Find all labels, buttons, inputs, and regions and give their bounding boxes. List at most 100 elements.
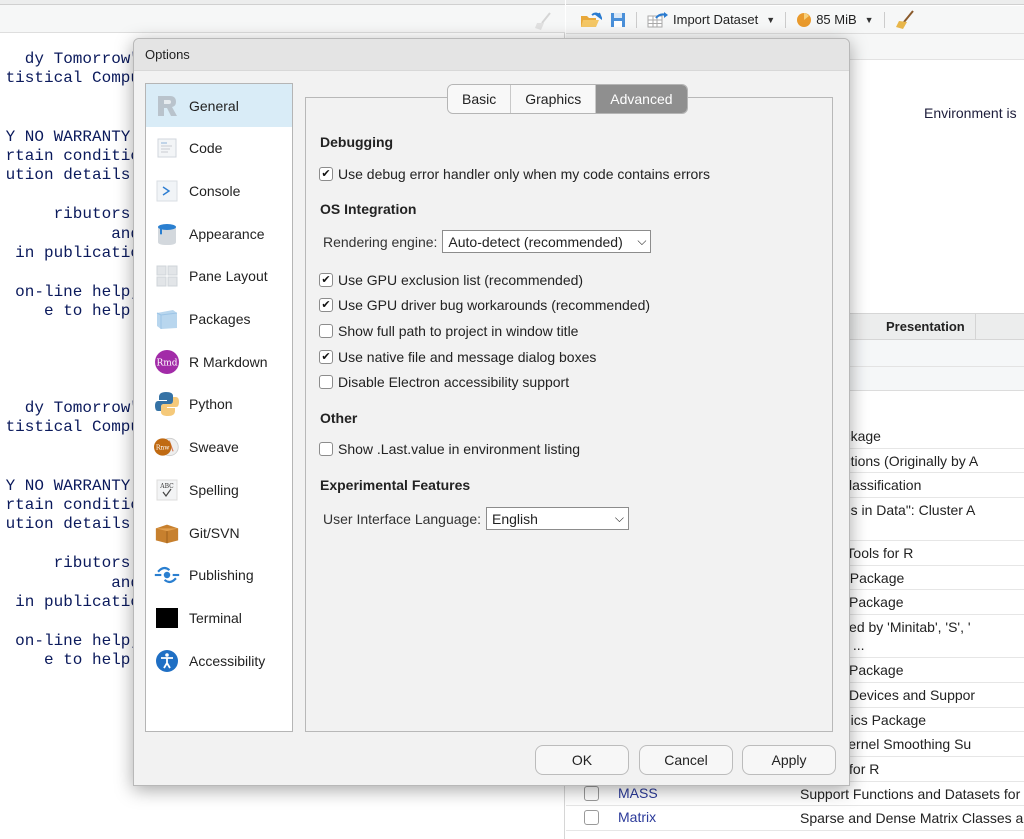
nav-item-pane-layout[interactable]: Pane Layout [146, 255, 292, 298]
console-line-text: ution details. [5, 166, 140, 185]
nav-item-label: Appearance [189, 225, 265, 242]
nav-item-general[interactable]: General [146, 84, 292, 127]
nav-item-label: Publishing [189, 567, 254, 584]
console-line: and [0, 574, 140, 593]
checkbox[interactable] [319, 442, 333, 456]
package-load-checkbox[interactable] [584, 810, 599, 826]
package-description-line: Sparse and Dense Matrix Classes ar [800, 810, 1024, 827]
toolbar-separator [636, 11, 637, 28]
nav-item-r-markdown[interactable]: Rmd R Markdown [146, 340, 292, 383]
console-line-text: in publicatio [5, 243, 140, 262]
nav-item-python[interactable]: Python [146, 383, 292, 426]
console-line-text: dy Tomorrow" [24, 50, 140, 68]
accessibility-icon [154, 648, 180, 674]
ui-language-value: English [492, 510, 538, 527]
nav-item-label: Console [189, 182, 241, 199]
console-icon [154, 178, 180, 204]
console-line: rtain conditio [0, 496, 140, 515]
environment-tab-bar [566, 0, 1024, 5]
console-line-text: on-line help, [15, 631, 140, 650]
ok-button[interactable]: OK [535, 745, 629, 775]
save-icon [611, 12, 625, 27]
checkbox[interactable] [319, 375, 333, 389]
svg-text:Rnw: Rnw [156, 445, 170, 452]
package-load-checkbox[interactable] [584, 785, 599, 801]
rendering-engine-value: Auto-detect (recommended) [448, 233, 623, 250]
section-debugging-title: Debugging [320, 134, 394, 150]
section-os-integration-title: OS Integration [320, 201, 417, 217]
console-line: ution details. [0, 515, 140, 534]
checkbox[interactable]: ✔ [319, 298, 333, 312]
package-name-link[interactable]: Matrix [618, 809, 656, 825]
show-last-value-option[interactable]: Show .Last.value in environment listing [319, 441, 580, 457]
nav-item-git-svn[interactable]: Git/SVN [146, 511, 292, 554]
checkbox[interactable]: ✔ [319, 167, 333, 181]
disable-electron-accessibility-option[interactable]: Disable Electron accessibility support [319, 374, 569, 390]
gpu-driver-workarounds-option[interactable]: ✔ Use GPU driver bug workarounds (recomm… [319, 297, 650, 313]
terminal-icon [154, 605, 180, 631]
chevron-down-icon: ▼ [864, 14, 874, 25]
nav-item-packages[interactable]: Packages [146, 298, 292, 341]
nav-item-terminal[interactable]: Terminal [146, 596, 292, 639]
dialog-titlebar[interactable]: Options [134, 39, 849, 71]
option-label: Use GPU exclusion list (recommended) [338, 272, 584, 288]
console-line: e to help. [0, 302, 140, 321]
tab-advanced[interactable]: Advanced [596, 85, 687, 113]
svg-text:Rmd: Rmd [156, 358, 177, 368]
nav-item-spelling[interactable]: ABC Spelling [146, 468, 292, 511]
clear-console-icon[interactable] [533, 11, 553, 31]
broom-icon [895, 9, 914, 29]
console-line: rtain conditio [0, 147, 140, 166]
full-path-title-option[interactable]: Show full path to project in window titl… [319, 323, 578, 339]
nav-item-label: Spelling [189, 481, 239, 498]
environment-empty-message: Environment is [924, 105, 1017, 121]
nav-item-appearance[interactable]: Appearance [146, 212, 292, 255]
chevron-down-icon: ⌵ [614, 511, 624, 525]
dialog-title: Options [145, 47, 190, 62]
console-line-text: Y NO WARRANTY. [5, 127, 140, 146]
import-dataset-button[interactable]: Import Dataset ▼ [647, 11, 776, 28]
tab-presentation[interactable]: Presentation [876, 314, 976, 340]
nav-item-accessibility[interactable]: Accessibility [146, 639, 292, 682]
apply-button[interactable]: Apply [742, 745, 836, 775]
nav-item-label: Accessibility [189, 652, 266, 669]
checkbox[interactable] [319, 324, 333, 338]
package-name-link[interactable]: MASS [618, 785, 658, 801]
load-workspace-button[interactable] [580, 12, 602, 28]
chevron-down-icon: ▼ [766, 14, 776, 25]
console-line-text: tistical Compu [5, 69, 140, 88]
open-folder-icon [581, 12, 602, 27]
console-line: dy Tomorrow" [0, 50, 140, 69]
tab-graphics[interactable]: Graphics [511, 85, 597, 113]
options-nav: General Code Console Appearance Pane Layout P… [145, 83, 293, 732]
clear-workspace-button[interactable] [895, 9, 915, 30]
nav-item-publishing[interactable]: Publishing [146, 554, 292, 597]
nav-item-console[interactable]: Console [146, 169, 292, 212]
gpu-exclusion-option[interactable]: ✔ Use GPU exclusion list (recommended) [319, 272, 583, 288]
nav-item-label: Packages [189, 311, 251, 327]
cancel-button[interactable]: Cancel [639, 745, 733, 775]
options-dialog: Options General Code Console Appearance Pane… [133, 38, 850, 786]
ui-language-row: User Interface Language: English ⌵ [323, 507, 629, 530]
memory-usage-button[interactable]: 85 MiB ▼ [796, 12, 874, 28]
rendering-engine-select[interactable]: Auto-detect (recommended) ⌵ [442, 230, 652, 253]
package-description: Support Functions and Datasets for [800, 785, 1020, 803]
checkbox[interactable]: ✔ [319, 350, 333, 364]
debug-error-handler-option[interactable]: ✔ Use debug error handler only when my c… [319, 166, 710, 182]
console-line: on-line help, [0, 283, 140, 302]
console-line: and [0, 225, 140, 244]
checkbox[interactable]: ✔ [319, 273, 333, 287]
python-icon [154, 391, 180, 417]
nav-item-sweave[interactable]: Rnw Sweave [146, 426, 292, 469]
native-dialogs-option[interactable]: ✔ Use native file and message dialog box… [319, 349, 596, 365]
ui-language-select[interactable]: English ⌵ [486, 507, 629, 530]
save-workspace-button[interactable] [610, 12, 626, 28]
tab-basic[interactable]: Basic [448, 85, 512, 113]
nav-item-code[interactable]: Code [146, 127, 292, 170]
